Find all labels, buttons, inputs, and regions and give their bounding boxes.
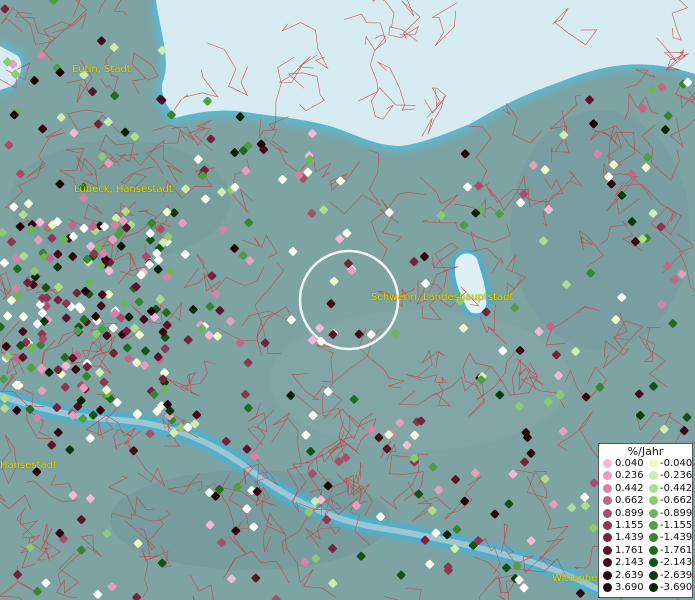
legend-row: 2.639 -2.639 — [599, 570, 692, 582]
legend-value-negative: -2.143 — [660, 557, 693, 569]
legend-swatch-negative — [649, 496, 658, 506]
legend-value-positive: 2.143 — [615, 557, 644, 569]
legend-swatch-positive — [603, 545, 612, 555]
legend-row: 1.439 -1.439 — [599, 532, 692, 544]
legend-value-negative: -2.639 — [660, 569, 693, 581]
legend-swatch-negative — [649, 545, 658, 555]
legend-swatch-positive — [603, 558, 612, 568]
legend-value-positive: 0.442 — [615, 482, 644, 494]
legend-title: %/Jahr — [627, 445, 664, 458]
legend-swatch-positive — [603, 570, 612, 580]
legend-value-positive: 3.690 — [615, 582, 644, 593]
legend-swatch-positive — [603, 583, 612, 592]
label-eutin: Eutin, Stadt — [72, 64, 131, 75]
legend-swatch-negative — [649, 558, 658, 568]
legend-row: 0.442 -0.442 — [599, 483, 692, 495]
legend-value-positive: 0.236 — [615, 470, 644, 482]
legend-value-negative: -0.442 — [660, 482, 693, 494]
label-schwerin: Schwerin, Landeshauptstadt — [371, 292, 514, 303]
legend-row: 1.155 -1.155 — [599, 520, 692, 532]
legend-row: 0.899 -0.899 — [599, 508, 692, 520]
legend-value-positive: 1.155 — [615, 520, 644, 531]
label-hansestadt: Hansestadt — [0, 460, 57, 471]
legend-value-negative: -1.155 — [660, 520, 693, 531]
legend-value-positive: 1.439 — [615, 532, 644, 544]
legend-row: 1.761 -1.761 — [599, 545, 692, 557]
map-canvas[interactable] — [0, 0, 695, 600]
label-wittenberge: Wittenber — [552, 573, 602, 584]
legend-value-negative: -1.439 — [660, 532, 693, 544]
legend-swatch-negative — [649, 483, 658, 493]
legend-value-negative: -0.236 — [660, 470, 693, 482]
legend-value-negative: -1.761 — [660, 544, 693, 556]
legend-swatch-negative — [649, 508, 658, 518]
legend-swatch-negative — [649, 583, 658, 592]
label-luebeck: Lübeck, Hansestadt — [74, 184, 173, 195]
legend-value-negative: -0.662 — [660, 495, 693, 507]
legend-swatch-positive — [603, 533, 612, 543]
legend-swatch-positive — [603, 483, 612, 493]
legend-value-positive: 2.639 — [615, 569, 644, 581]
legend-row: 2.143 -2.143 — [599, 557, 692, 569]
legend-value-negative: -3.690 — [660, 582, 693, 593]
legend-row: 3.690 -3.690 — [599, 582, 692, 594]
legend-value-positive: 0.040 — [615, 458, 644, 469]
legend-swatch-negative — [649, 570, 658, 580]
legend-swatch-positive — [603, 459, 612, 468]
legend: %/Jahr 0.040 -0.040 0.236 -0.236 0.442 -0.442… — [598, 443, 693, 598]
legend-row: 0.662 -0.662 — [599, 495, 692, 507]
legend-value-positive: 0.899 — [615, 507, 644, 519]
legend-swatch-negative — [649, 533, 658, 543]
legend-row: 0.040 -0.040 — [599, 458, 692, 470]
legend-swatch-positive — [603, 471, 612, 481]
legend-swatch-positive — [603, 496, 612, 506]
legend-value-positive: 0.662 — [615, 495, 644, 507]
legend-swatch-negative — [649, 521, 658, 530]
map-view[interactable]: Eutin, Stadt Lübeck, Hansestadt Schwerin… — [0, 0, 695, 600]
legend-value-positive: 1.761 — [615, 544, 644, 556]
legend-swatch-negative — [649, 471, 658, 481]
legend-row: 0.236 -0.236 — [599, 470, 692, 482]
legend-value-negative: -0.899 — [660, 507, 693, 519]
legend-value-negative: -0.040 — [660, 458, 693, 469]
legend-swatch-positive — [603, 508, 612, 518]
legend-swatch-negative — [649, 459, 658, 468]
legend-swatch-positive — [603, 521, 612, 530]
